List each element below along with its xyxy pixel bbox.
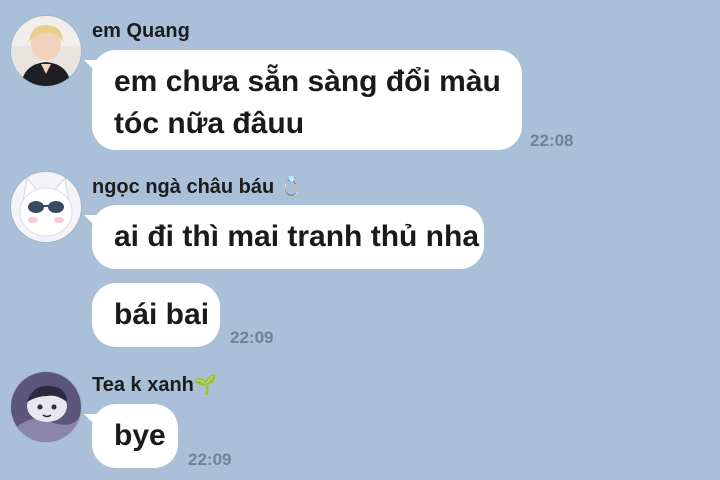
person-photo-avatar-icon — [11, 16, 81, 86]
message-text-line: tóc nữa đâuu — [114, 107, 305, 140]
sender-name: ngọc ngà châu báu 💍 — [92, 176, 304, 198]
avatar-em-quang[interactable] — [11, 16, 81, 86]
message-text-line: bye — [114, 419, 166, 452]
cartoon-character-avatar-icon — [11, 372, 81, 442]
message-timestamp: 22:09 — [188, 450, 232, 469]
avatar-ngoc-nga-chau-bau[interactable] — [11, 172, 81, 242]
seedling-emoji-icon: 🌱 — [193, 374, 218, 396]
message-timestamp: 22:08 — [530, 131, 574, 150]
avatar-tea-k-xanh[interactable] — [11, 372, 81, 442]
message-text-line: em chưa sẵn sàng đổi màu — [114, 65, 501, 98]
message-bubble[interactable]: em chưa sẵn sàng đổi màu tóc nữa đâuu — [92, 50, 522, 150]
message-bubble[interactable]: ai đi thì mai tranh thủ nha — [92, 205, 484, 269]
sender-name: em Quang — [92, 20, 190, 42]
message-text-line: ai đi thì mai tranh thủ nha — [114, 220, 480, 253]
white-cat-sunglasses-avatar-icon — [11, 172, 81, 242]
sender-name: Tea k xanh🌱 — [92, 374, 218, 396]
message-bubble[interactable]: bái bai — [92, 283, 220, 347]
message-bubble[interactable]: bye — [92, 404, 178, 468]
message-timestamp: 22:09 — [230, 328, 274, 347]
message-text-line: bái bai — [114, 298, 210, 331]
ring-emoji-icon: 💍 — [279, 176, 304, 198]
